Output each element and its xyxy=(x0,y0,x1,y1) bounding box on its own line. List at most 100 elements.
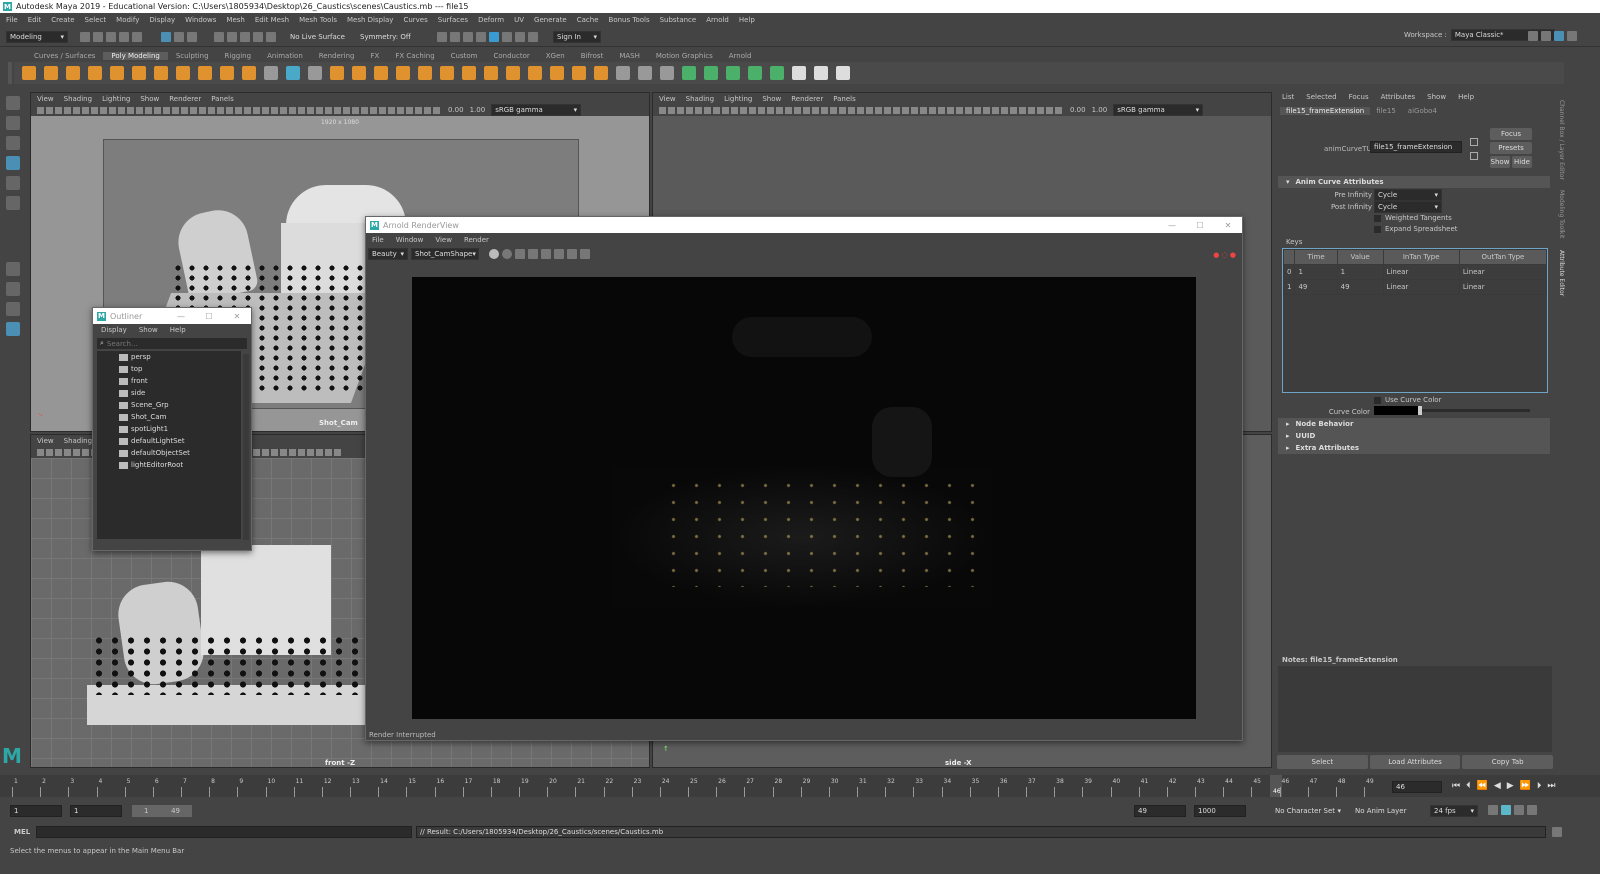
shelf-tab-xgen[interactable]: XGen xyxy=(538,52,573,60)
focus-toggle-icon[interactable] xyxy=(1470,138,1478,146)
exposure-value[interactable]: 0.00 xyxy=(448,106,464,114)
select-button[interactable]: Select xyxy=(1277,755,1368,769)
step-forward-icon[interactable]: ⏵ xyxy=(1537,781,1542,791)
snap-surface-icon[interactable] xyxy=(266,32,276,42)
outliner-pane-icon[interactable] xyxy=(6,322,20,336)
viewport-menu-lighting[interactable]: Lighting xyxy=(724,95,752,103)
render-image[interactable] xyxy=(412,277,1196,719)
sign-in-dropdown[interactable]: Sign In ▾ xyxy=(553,31,601,43)
auto-key-icon[interactable] xyxy=(1501,805,1511,815)
ae-menu-show[interactable]: Show xyxy=(1427,93,1446,101)
key-cell-value[interactable]: 49 xyxy=(1336,279,1384,295)
insert-loop-icon[interactable] xyxy=(638,66,652,80)
playback-start-field[interactable]: 1 xyxy=(70,805,122,817)
keys-table[interactable]: Time Value InTan Type OutTan Type 0 1 1 Linear… xyxy=(1282,248,1548,393)
select-mode-icon[interactable] xyxy=(161,32,171,42)
render-region-icon[interactable] xyxy=(515,32,525,42)
uv-cylindrical-icon[interactable] xyxy=(704,66,718,80)
shelf-tab-rendering[interactable]: Rendering xyxy=(311,52,363,60)
new-scene-icon[interactable] xyxy=(80,32,90,42)
bridge-icon[interactable] xyxy=(506,66,520,80)
key-row[interactable]: 1 49 49 Linear Linear xyxy=(1282,279,1548,295)
menu-substance[interactable]: Substance xyxy=(660,16,697,24)
outliner-item[interactable]: Scene_Grp xyxy=(97,399,241,411)
menu-create[interactable]: Create xyxy=(51,16,74,24)
key-row[interactable]: 0 1 1 Linear Linear xyxy=(1282,264,1548,280)
menu-edit[interactable]: Edit xyxy=(28,16,42,24)
render-start-icon[interactable] xyxy=(489,249,499,259)
uv-unfold-icon[interactable] xyxy=(770,66,784,80)
undo-icon[interactable] xyxy=(119,32,129,42)
object-mode-icon[interactable] xyxy=(187,32,197,42)
menu-arnold[interactable]: Arnold xyxy=(706,16,729,24)
key-cell-out[interactable]: Linear xyxy=(1458,264,1548,280)
pre-infinity-dropdown[interactable]: Cycle ▾ xyxy=(1374,189,1442,201)
time-slider[interactable]: 46 1 2 3 4 5 6 7 8 9 10 11 12 13 14 15 16 17 18 19 20 21 22 23… xyxy=(0,775,1600,797)
snap-point-icon[interactable] xyxy=(240,32,250,42)
pause-icon[interactable] xyxy=(528,32,538,42)
viewport-menu-shading[interactable]: Shading xyxy=(686,95,714,103)
render-view-title-bar[interactable]: M Arnold RenderView — ☐ ✕ xyxy=(366,217,1242,233)
outliner-item[interactable]: top xyxy=(97,363,241,375)
go-to-end-icon[interactable]: ⏭ xyxy=(1547,781,1555,791)
boolean-intersect-icon[interactable] xyxy=(440,66,454,80)
select-tool-icon[interactable] xyxy=(6,96,20,110)
key-header-time[interactable]: Time xyxy=(1294,249,1338,265)
node-name-field[interactable]: file15_frameExtension xyxy=(1370,141,1462,153)
render-stop-icon[interactable] xyxy=(502,249,512,259)
viewport-menu-show[interactable]: Show xyxy=(762,95,781,103)
ae-menu-focus[interactable]: Focus xyxy=(1349,93,1369,101)
ae-menu-selected[interactable]: Selected xyxy=(1306,93,1336,101)
minimize-icon[interactable]: — xyxy=(167,312,195,321)
outliner-item[interactable]: persp xyxy=(97,351,241,363)
mirror-icon[interactable] xyxy=(462,66,476,80)
menu-mesh-tools[interactable]: Mesh Tools xyxy=(299,16,337,24)
copy-tab-button[interactable]: Copy Tab xyxy=(1462,755,1554,769)
post-infinity-dropdown[interactable]: Cycle ▾ xyxy=(1374,201,1442,213)
attribute-editor-tab[interactable]: Attribute Editor xyxy=(1558,250,1565,296)
render-frame-icon[interactable] xyxy=(437,32,447,42)
key-header-value[interactable]: Value xyxy=(1336,249,1384,265)
uv-planar-icon[interactable] xyxy=(682,66,696,80)
range-slider[interactable]: 1 49 xyxy=(132,805,192,817)
viewport-menu-view[interactable]: View xyxy=(659,95,676,103)
menu-windows[interactable]: Windows xyxy=(185,16,216,24)
shelf-tab-sculpting[interactable]: Sculpting xyxy=(168,52,217,60)
load-attributes-button[interactable]: Load Attributes xyxy=(1369,755,1461,769)
boolean-difference-icon[interactable] xyxy=(418,66,432,80)
layout-icon[interactable] xyxy=(1528,31,1538,41)
poly-plane-icon[interactable] xyxy=(132,66,146,80)
render-settings-icon[interactable] xyxy=(463,32,473,42)
one-to-one-icon[interactable] xyxy=(528,249,538,259)
arnold-render-icon[interactable] xyxy=(489,32,499,42)
viewport-menu-shading[interactable]: Shading xyxy=(64,437,92,445)
menu-bonus-tools[interactable]: Bonus Tools xyxy=(609,16,650,24)
viewport-menu-shading[interactable]: Shading xyxy=(64,95,92,103)
use-curve-color-checkbox[interactable]: Use Curve Color xyxy=(1374,396,1441,404)
fps-dropdown[interactable]: 24 fps ▾ xyxy=(1430,805,1478,817)
boolean-union-icon[interactable] xyxy=(396,66,410,80)
outliner-menu-display[interactable]: Display xyxy=(101,326,127,334)
poly-cone-icon[interactable] xyxy=(88,66,102,80)
gamma-value[interactable]: 1.00 xyxy=(470,106,486,114)
fill-hole-icon[interactable] xyxy=(572,66,586,80)
aov-dropdown[interactable]: Beauty ▾ xyxy=(368,248,408,260)
step-back-icon[interactable]: ⏴ xyxy=(1466,781,1471,791)
checker-icon[interactable] xyxy=(792,66,806,80)
menu-modify[interactable]: Modify xyxy=(116,16,139,24)
outliner-scrollbar[interactable] xyxy=(243,354,249,540)
section-anim-curve[interactable]: ▾ Anim Curve Attributes xyxy=(1278,176,1550,188)
menu-mesh-display[interactable]: Mesh Display xyxy=(347,16,393,24)
poly-cube-icon[interactable] xyxy=(44,66,58,80)
menu-generate[interactable]: Generate xyxy=(534,16,567,24)
key-header-intan[interactable]: InTan Type xyxy=(1382,249,1460,265)
key-header-outtan[interactable]: OutTan Type xyxy=(1458,249,1548,265)
two-pane-icon[interactable] xyxy=(6,302,20,316)
snap-curve-icon[interactable] xyxy=(227,32,237,42)
snapshot-icon[interactable] xyxy=(580,249,590,259)
key-cell-in[interactable]: Linear xyxy=(1382,279,1460,295)
super-shape-icon[interactable] xyxy=(198,66,212,80)
outliner-item[interactable]: front xyxy=(97,375,241,387)
redo-icon[interactable] xyxy=(132,32,142,42)
channel-box-tab[interactable]: Channel Box / Layer Editor xyxy=(1558,100,1565,180)
